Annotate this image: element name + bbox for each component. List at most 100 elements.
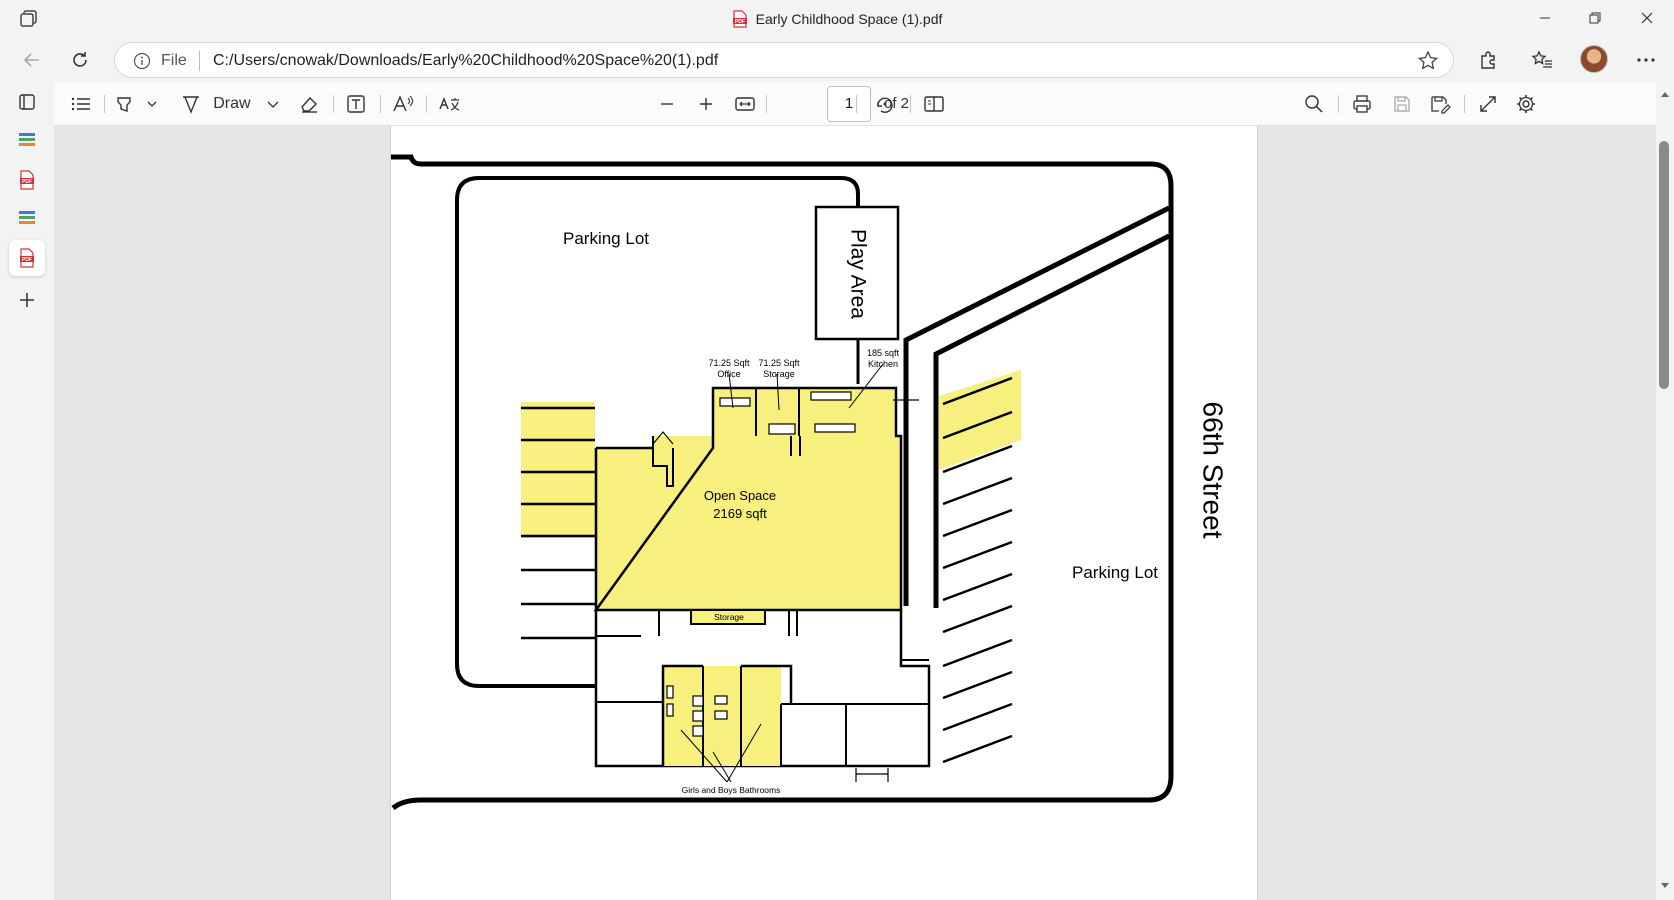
new-tab-button[interactable]: [9, 282, 45, 318]
fit-width-icon: [735, 97, 755, 111]
read-aloud-button[interactable]: [387, 89, 419, 119]
sidebar-tab-4-active[interactable]: PDF: [9, 240, 45, 276]
list-icon: [71, 97, 90, 111]
document-viewport[interactable]: Parking Lot Parking Lot Play Area 66th S…: [54, 126, 1674, 900]
toolbar-divider: [1338, 95, 1339, 113]
plus-icon: [700, 98, 712, 110]
close-icon: [1641, 12, 1653, 24]
search-icon: [1305, 95, 1323, 113]
address-bar[interactable]: File C:/Users/cnowak/Downloads/Early%20C…: [114, 42, 1454, 78]
pdf-file-icon: PDF: [732, 10, 748, 28]
more-menu-button[interactable]: [1628, 44, 1664, 76]
small-storage-label: Storage: [714, 612, 744, 622]
favorites-list-icon: [1531, 50, 1552, 68]
address-row: File C:/Users/cnowak/Downloads/Early%20C…: [0, 38, 1674, 82]
kitchen-label: Kitchen: [868, 359, 898, 369]
toolbar-divider: [380, 95, 381, 113]
tab-actions-icon: [19, 94, 35, 110]
url-text[interactable]: C:/Users/cnowak/Downloads/Early%20Childh…: [213, 52, 718, 70]
toolbar-divider: [426, 95, 427, 113]
two-page-icon: [924, 96, 944, 112]
zoom-in-button[interactable]: [691, 89, 721, 119]
save-icon: [1394, 96, 1410, 112]
open-space-label: Open Space: [704, 488, 776, 503]
svg-text:PDF: PDF: [22, 179, 32, 185]
highlight-east-parking: [939, 370, 1021, 470]
restore-button[interactable]: [1570, 0, 1620, 36]
storage-area-label: 71.25 Sqft: [758, 358, 800, 368]
parking-lot-east-label: Parking Lot: [1072, 563, 1158, 582]
print-icon: [1353, 95, 1371, 113]
translate-icon: [439, 97, 460, 111]
scrollbar-thumb[interactable]: [1659, 141, 1669, 389]
save-as-button[interactable]: [1424, 89, 1456, 119]
info-icon[interactable]: [133, 52, 151, 70]
refresh-icon: [73, 52, 87, 67]
page-number-input[interactable]: 1: [827, 86, 871, 122]
add-text-button[interactable]: [340, 89, 372, 119]
rotate-button[interactable]: [869, 89, 901, 119]
floor-plan-drawing: Parking Lot Parking Lot Play Area 66th S…: [391, 154, 1229, 811]
url-divider: [199, 51, 200, 71]
contents-button[interactable]: [66, 89, 96, 119]
toolbar-divider: [910, 95, 911, 113]
tab-actions-button[interactable]: [9, 84, 45, 120]
erase-button[interactable]: [292, 89, 326, 119]
minimize-button[interactable]: [1520, 0, 1570, 36]
sidebar-tab-3[interactable]: [9, 200, 45, 236]
vertical-tabs-sidebar: PDF PDF: [0, 82, 54, 900]
page-view-button[interactable]: [918, 89, 950, 119]
parking-lot-north-label: Parking Lot: [563, 229, 649, 248]
pdf-toolbar: Draw 1 of 2: [54, 82, 1674, 126]
east-entry-wall: [900, 610, 929, 661]
support-rooms: [713, 388, 896, 436]
title-bar: PDF Early Childhood Space (1).pdf: [0, 0, 1674, 38]
favorites-button[interactable]: [1524, 44, 1560, 76]
play-area-label: Play Area: [846, 229, 869, 319]
toolbar-divider: [766, 95, 767, 113]
office-area-label: 71.25 Sqft: [708, 358, 750, 368]
close-button[interactable]: [1622, 0, 1672, 36]
scroll-up-arrow[interactable]: [1659, 88, 1671, 100]
fullscreen-button[interactable]: [1472, 89, 1504, 119]
caret-up-icon: [1661, 92, 1669, 97]
gear-icon: [1517, 95, 1535, 113]
kitchen-counter-2: [814, 423, 856, 433]
draw-label: Draw: [213, 95, 251, 112]
profile-avatar[interactable]: [1580, 45, 1608, 73]
more-dots-icon: [1637, 58, 1655, 62]
plus-icon: [20, 293, 34, 307]
kitchen-area-label: 185 sqft: [867, 348, 900, 358]
zoom-out-button[interactable]: [652, 89, 682, 119]
minus-icon: [661, 103, 673, 105]
url-scheme-label: File: [161, 52, 187, 69]
restore-icon: [1589, 12, 1601, 24]
refresh-button[interactable]: [62, 44, 98, 76]
scroll-down-arrow[interactable]: [1659, 880, 1671, 892]
find-button[interactable]: [1298, 89, 1330, 119]
highlight-button[interactable]: [112, 89, 162, 119]
colored-bars-icon: [19, 211, 35, 224]
office-fixtures: [719, 397, 751, 407]
back-button[interactable]: [14, 44, 50, 76]
favorite-star-icon[interactable]: [1417, 50, 1439, 72]
fit-width-button[interactable]: [728, 89, 762, 119]
toolbar-divider: [104, 95, 105, 113]
storage-shelf: [768, 423, 796, 435]
print-button[interactable]: [1346, 89, 1378, 119]
sidebar-tab-2[interactable]: PDF: [9, 162, 45, 198]
kitchen-counter: [810, 391, 852, 401]
window-title-text: Early Childhood Space (1).pdf: [755, 11, 943, 27]
svg-text:PDF: PDF: [22, 257, 32, 263]
save-button[interactable]: [1386, 89, 1418, 119]
settings-button[interactable]: [1510, 89, 1542, 119]
puzzle-icon: [1481, 51, 1495, 69]
draw-button[interactable]: Draw: [180, 89, 280, 119]
pen-icon: [183, 96, 199, 114]
svg-text:PDF: PDF: [735, 19, 745, 25]
rotate-icon: [877, 97, 893, 113]
sidebar-tab-1[interactable]: [9, 122, 45, 158]
extensions-button[interactable]: [1470, 44, 1506, 76]
toolbar-divider: [856, 95, 857, 113]
translate-button[interactable]: [434, 89, 466, 119]
